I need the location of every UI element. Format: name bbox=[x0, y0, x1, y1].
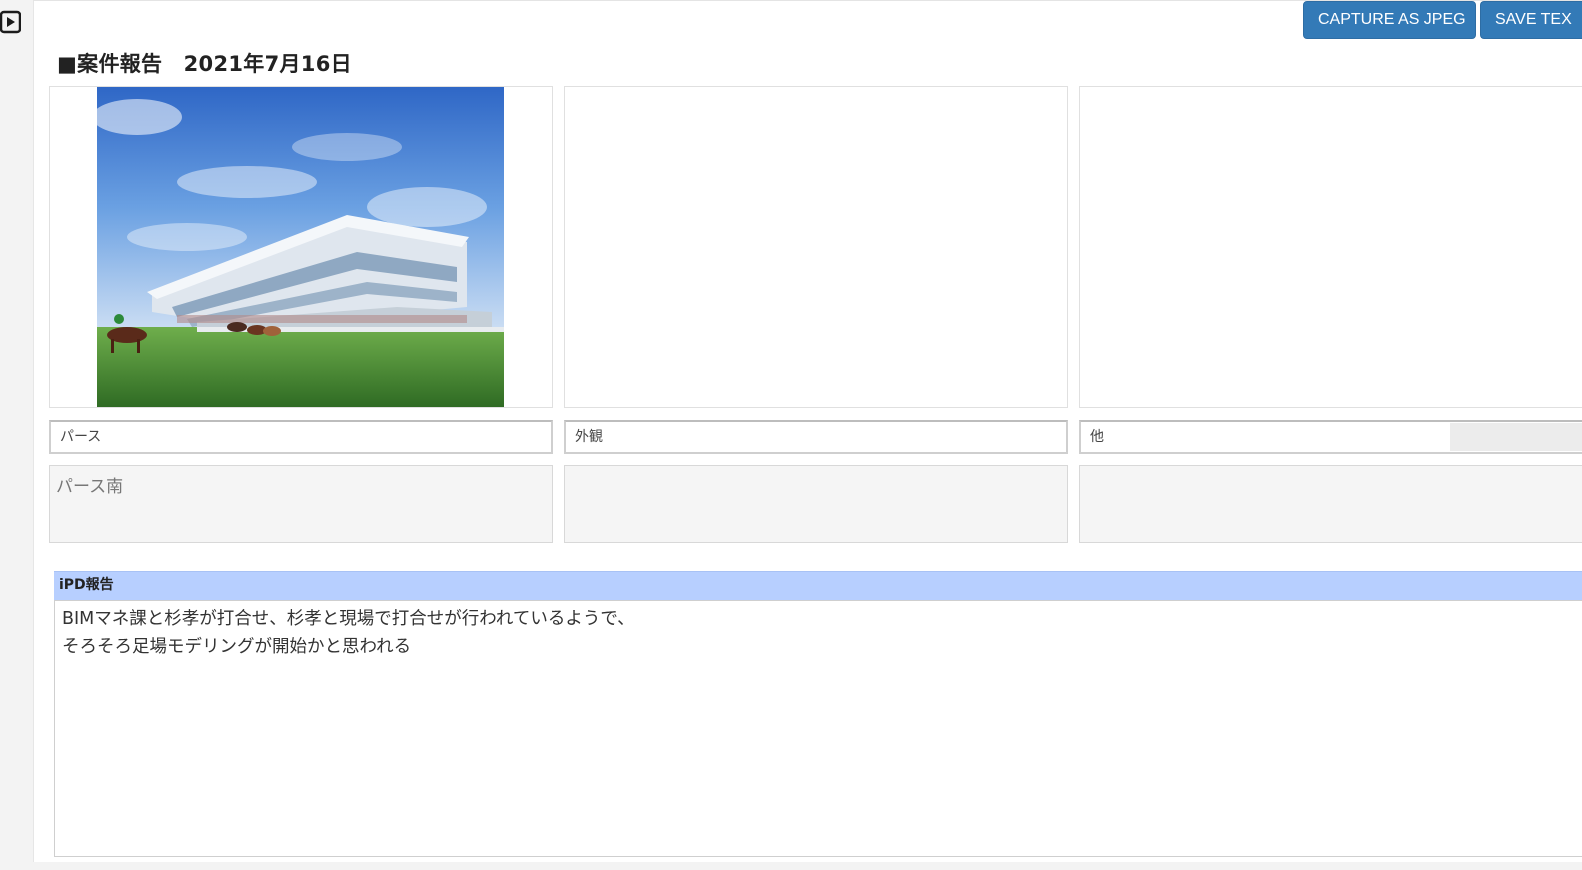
capture-as-jpeg-button[interactable]: CAPTURE AS JPEG bbox=[1303, 1, 1476, 39]
image-panel-2[interactable] bbox=[564, 86, 1068, 408]
description-field-2[interactable] bbox=[564, 465, 1068, 543]
caption-scroll-area bbox=[1450, 423, 1582, 451]
save-text-button[interactable]: SAVE TEX bbox=[1480, 1, 1582, 39]
racecourse-photo bbox=[97, 87, 504, 407]
bottom-margin bbox=[33, 862, 1582, 870]
image-panel-3[interactable] bbox=[1079, 86, 1582, 408]
caption-input-1[interactable]: パース bbox=[49, 420, 553, 454]
left-rail bbox=[0, 0, 34, 870]
report-section-header: iPD報告 bbox=[54, 571, 1582, 600]
play-icon[interactable] bbox=[0, 10, 21, 34]
image-panel-1[interactable] bbox=[49, 86, 553, 408]
page-title: ■案件報告 2021年7月16日 bbox=[57, 52, 352, 76]
description-field-1[interactable]: パース南 bbox=[49, 465, 553, 543]
description-field-3[interactable] bbox=[1079, 465, 1582, 543]
caption-input-2[interactable]: 外観 bbox=[564, 420, 1068, 454]
report-text-area[interactable]: BIMマネ課と杉孝が打合せ、杉孝と現場で打合せが行われているようで、 そろそろ足… bbox=[54, 600, 1582, 857]
